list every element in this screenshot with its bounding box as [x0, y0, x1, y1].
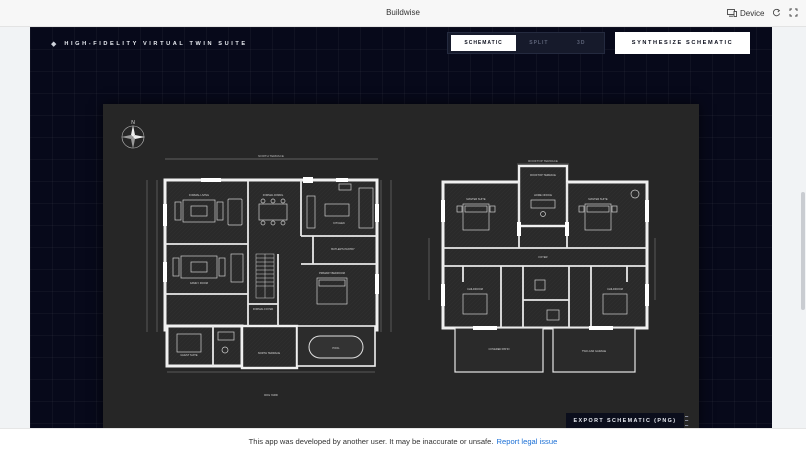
ground-floor-plan: NORTH TERRACE FORMAL LIVING FORMAL DININ… — [146, 154, 392, 397]
report-legal-issue-link[interactable]: Report legal issue — [497, 437, 558, 446]
svg-text:NORTH TERRACE: NORTH TERRACE — [258, 351, 281, 355]
floor-plan-drawing: N NORTH TERRACE FORMAL LIVING FORMAL DIN… — [121, 120, 656, 397]
svg-text:CHILDROOM: CHILDROOM — [607, 287, 623, 291]
svg-text:KITCHEN: KITCHEN — [333, 221, 345, 225]
left-gutter — [0, 27, 30, 428]
compass-label: N — [131, 120, 135, 126]
diamond-icon: ◆ — [51, 41, 57, 48]
app-main: ◆ HIGH-FIDELITY VIRTUAL TWIN SUITE SCHEM… — [30, 27, 772, 428]
svg-text:FORMAL LIVING: FORMAL LIVING — [189, 193, 209, 197]
svg-text:COVERED PATIO: COVERED PATIO — [489, 347, 510, 351]
svg-text:FORMAL DINING: FORMAL DINING — [263, 193, 284, 197]
svg-text:PRIMARY BEDROOM: PRIMARY BEDROOM — [319, 271, 345, 275]
svg-text:CHILDROOM: CHILDROOM — [467, 287, 483, 291]
tab-split[interactable]: SPLIT — [516, 35, 561, 51]
svg-text:GUEST SUITE: GUEST SUITE — [180, 353, 198, 357]
svg-text:MASTER SUITE: MASTER SUITE — [466, 197, 485, 201]
svg-text:TWO-CAR GARAGE: TWO-CAR GARAGE — [582, 349, 606, 353]
device-icon — [727, 9, 737, 17]
disclaimer-bar: This app was developed by another user. … — [0, 428, 806, 454]
svg-text:ROOFTOP TERRACE: ROOFTOP TERRACE — [530, 173, 556, 177]
svg-text:POOL: POOL — [332, 346, 340, 350]
brand: ◆ HIGH-FIDELITY VIRTUAL TWIN SUITE — [51, 40, 248, 48]
svg-text:DOG YARD: DOG YARD — [264, 393, 278, 397]
brand-title: HIGH-FIDELITY VIRTUAL TWIN SUITE — [64, 41, 248, 47]
svg-text:FAMILY ROOM: FAMILY ROOM — [190, 281, 208, 285]
top-bar: Buildwise Device — [0, 0, 806, 27]
svg-text:MASTER SUITE: MASTER SUITE — [588, 197, 607, 201]
refresh-icon[interactable] — [772, 8, 781, 17]
corner-mark: ▬ ▬ ▬ — [685, 414, 689, 427]
synthesize-schematic-button[interactable]: SYNTHESIZE SCHEMATIC — [615, 32, 750, 54]
tab-3d[interactable]: 3D — [562, 35, 601, 51]
svg-text:ROOFTOP TERRACE: ROOFTOP TERRACE — [528, 159, 558, 163]
svg-text:NORTH TERRACE: NORTH TERRACE — [258, 154, 284, 158]
svg-text:HOME OFFICE: HOME OFFICE — [534, 193, 552, 197]
device-button[interactable]: Device — [727, 7, 764, 19]
export-schematic-button[interactable]: EXPORT SCHEMATIC (PNG) — [566, 413, 684, 428]
svg-text:FORMAL FOYER: FORMAL FOYER — [253, 307, 273, 311]
view-mode-toggle: SCHEMATIC SPLIT 3D — [447, 32, 605, 54]
upper-floor-plan: ROOFTOP TERRACE ROOFTOP TERRACE HOME OFF… — [428, 159, 656, 373]
scrollbar-thumb[interactable] — [801, 192, 805, 310]
fullscreen-icon[interactable] — [789, 8, 798, 17]
schematic-canvas[interactable]: N NORTH TERRACE FORMAL LIVING FORMAL DIN… — [103, 104, 699, 428]
tab-schematic[interactable]: SCHEMATIC — [451, 35, 517, 51]
svg-text:FOYER: FOYER — [539, 255, 548, 259]
svg-text:BUTLER'S PANTRY: BUTLER'S PANTRY — [331, 247, 355, 251]
disclaimer-text: This app was developed by another user. … — [248, 437, 494, 446]
device-label: Device — [740, 8, 765, 18]
compass-icon: N — [121, 120, 145, 149]
app-title: Buildwise — [386, 8, 420, 17]
